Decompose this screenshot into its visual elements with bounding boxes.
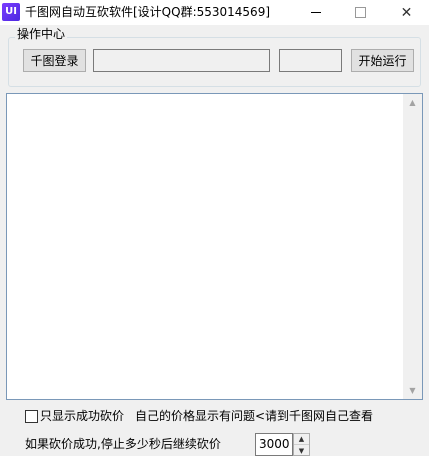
delay-input[interactable]: 3000: [255, 433, 293, 456]
account-field[interactable]: [93, 49, 270, 72]
scroll-down-icon[interactable]: ▼: [403, 382, 422, 399]
delay-label: 如果砍价成功,停止多少秒后继续砍价: [25, 437, 221, 451]
minimize-button[interactable]: [293, 0, 338, 25]
app-icon: UI: [2, 3, 20, 21]
short-field[interactable]: [279, 49, 342, 72]
minimize-icon: [310, 12, 321, 13]
maximize-icon: [355, 7, 366, 18]
maximize-button[interactable]: [338, 0, 383, 25]
price-hint-text: 自己的价格显示有问题<请到千图网自己查看: [135, 409, 374, 423]
operation-group-label: 操作中心: [15, 26, 68, 42]
log-textarea[interactable]: [6, 93, 423, 400]
spin-up-icon[interactable]: ▲: [294, 434, 309, 445]
only-success-checkbox[interactable]: [25, 410, 38, 423]
close-icon: ✕: [400, 4, 413, 21]
log-scrollbar[interactable]: [403, 94, 422, 399]
start-run-button[interactable]: 开始运行: [351, 49, 414, 72]
qiantu-login-button[interactable]: 千图登录: [23, 49, 86, 72]
scroll-up-icon[interactable]: ▲: [403, 94, 422, 111]
spin-down-icon[interactable]: ▼: [294, 445, 309, 456]
window-title: 千图网自动互砍软件[设计QQ群:553014569]: [25, 5, 271, 19]
close-button[interactable]: ✕: [384, 0, 429, 25]
only-success-label: 只显示成功砍价: [40, 409, 125, 423]
